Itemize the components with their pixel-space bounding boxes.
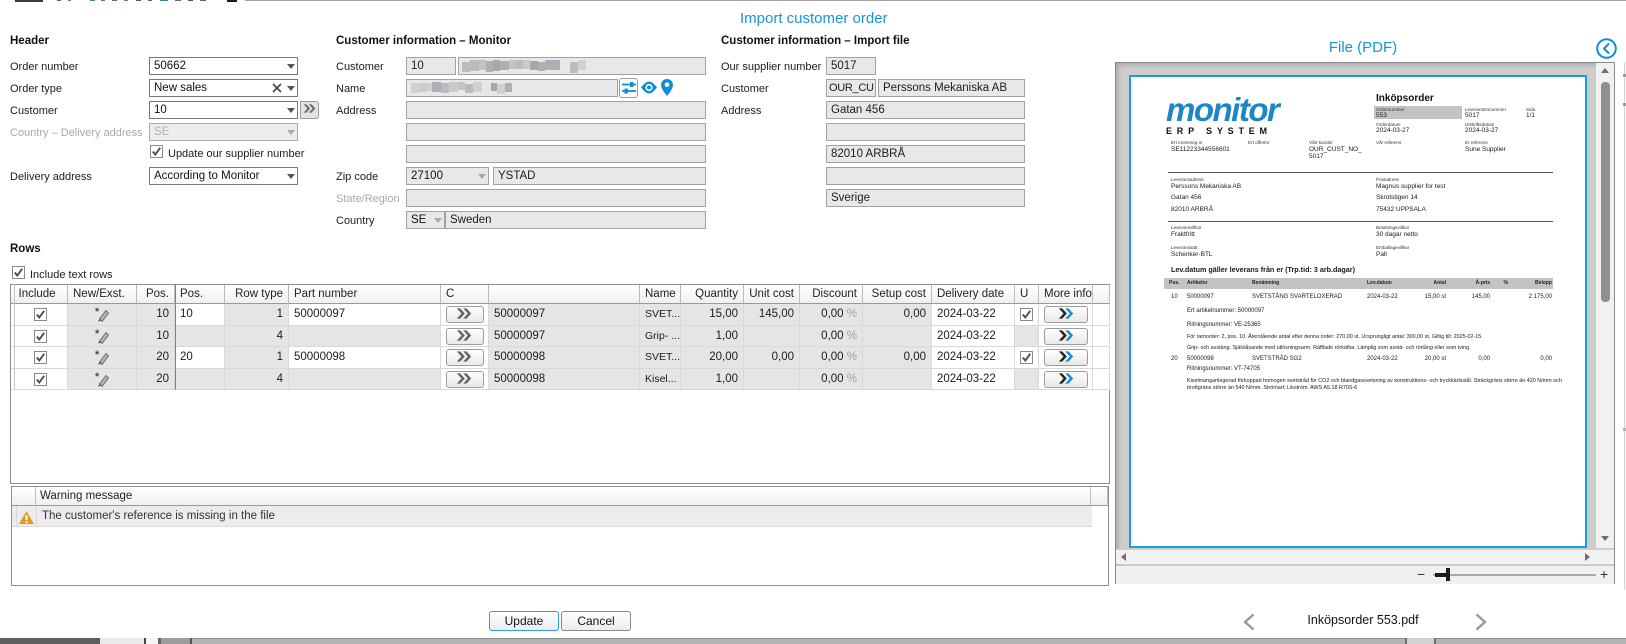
svg-text:*: * bbox=[95, 350, 100, 361]
svg-text:*: * bbox=[95, 329, 100, 340]
svg-text:*: * bbox=[95, 372, 100, 383]
svg-text:*: * bbox=[95, 307, 100, 318]
